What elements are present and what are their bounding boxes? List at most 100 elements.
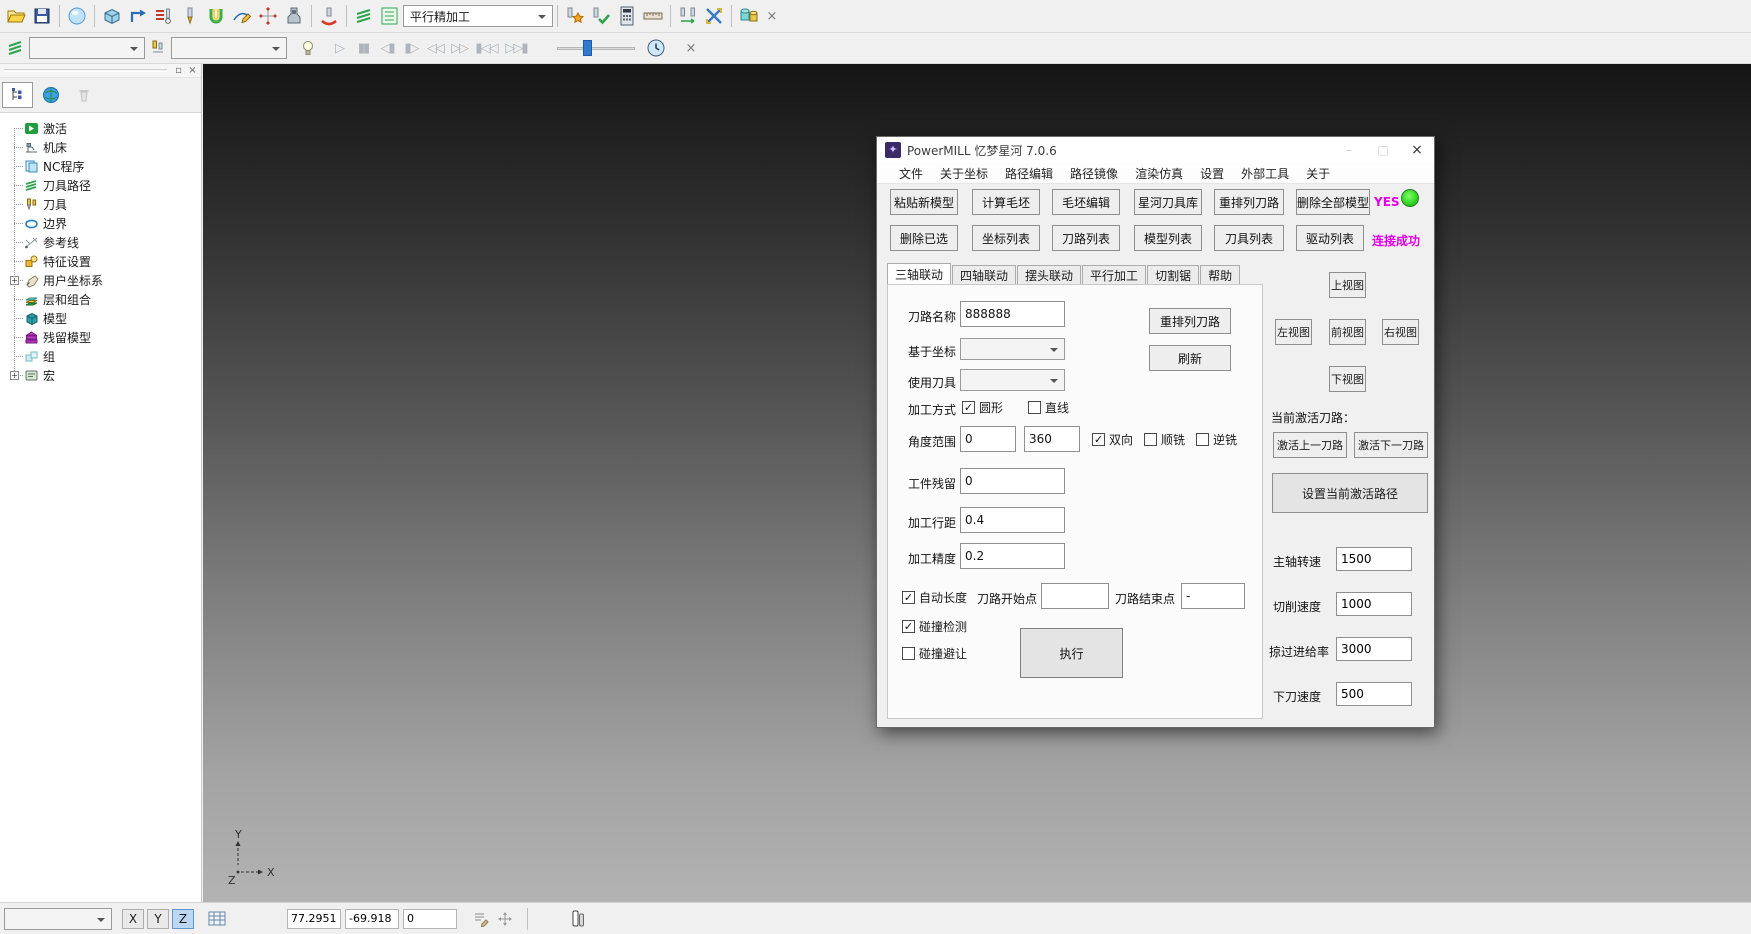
tab-swivel[interactable]: 摆头联动 [1017, 265, 1081, 284]
collision-avoid-checkbox[interactable]: 碰撞避让 [902, 645, 967, 662]
play-icon[interactable]: ▷ [327, 41, 351, 56]
measure-ruler-icon[interactable] [640, 3, 666, 29]
rearrange-button[interactable]: 重排列刀路 [1149, 308, 1231, 334]
create-tool-icon[interactable] [177, 3, 203, 29]
panel-layout-icon[interactable] [566, 908, 590, 930]
model-block-icon[interactable] [99, 3, 125, 29]
toolpath-star-icon[interactable] [562, 3, 588, 29]
cursor-axes-icon[interactable] [493, 908, 517, 930]
cursor-x-field[interactable] [287, 909, 341, 929]
tree-item-models[interactable]: 模型 [8, 309, 201, 328]
paste-model-button[interactable]: 粘贴新模型 [890, 189, 958, 215]
panel-grip[interactable]: ▫ × [0, 64, 201, 78]
rapid-feed-input[interactable] [1336, 637, 1412, 661]
playback-close-icon[interactable]: × [681, 41, 701, 56]
toolpath-spring-icon[interactable] [351, 3, 377, 29]
edit-stock-button[interactable]: 毛坯编辑 [1052, 189, 1120, 215]
nc-program-icon[interactable] [151, 3, 177, 29]
statusbar-dropdown[interactable] [4, 908, 112, 930]
climb-checkbox[interactable]: 顺铣 [1144, 431, 1185, 448]
collision-check-icon[interactable] [203, 3, 229, 29]
plunge-feed-input[interactable] [1336, 682, 1412, 706]
view-bottom-button[interactable]: 下视图 [1329, 366, 1366, 392]
pause-icon[interactable]: ▮▮ [351, 41, 375, 56]
rearrange-toolpath-button[interactable]: 重排列刀路 [1214, 189, 1284, 215]
tool-list-button[interactable]: 刀具列表 [1214, 225, 1284, 251]
execute-button[interactable]: 执行 [1020, 628, 1123, 678]
tree-item-levels-sets[interactable]: 层和组合 [8, 290, 201, 309]
view-top-button[interactable]: 上视图 [1329, 272, 1366, 298]
menu-path-edit[interactable]: 路径编辑 [1005, 165, 1053, 182]
tree-item-nc-program[interactable]: NC程序 [8, 157, 201, 176]
cutting-feed-input[interactable] [1336, 592, 1412, 616]
grid-toggle-icon[interactable] [205, 908, 229, 930]
tab-explorer-tree[interactable] [2, 82, 33, 108]
calculator-icon[interactable] [614, 3, 640, 29]
lightbulb-icon[interactable] [295, 35, 321, 61]
calc-stock-button[interactable]: 计算毛坯 [972, 189, 1040, 215]
end-point-input[interactable] [1181, 583, 1245, 609]
activate-next-button[interactable]: 激活下一刀路 [1354, 432, 1428, 458]
tab-help[interactable]: 帮助 [1200, 265, 1240, 284]
base-coord-dropdown[interactable] [960, 338, 1065, 360]
tool-select-dropdown[interactable] [171, 37, 287, 59]
tree-item-groups[interactable]: 组 [8, 347, 201, 366]
shaded-sphere-icon[interactable] [64, 3, 90, 29]
toolbar-close-icon[interactable]: × [762, 9, 782, 24]
step-forward-icon[interactable]: ▮▷ [399, 41, 423, 56]
tree-item-tools[interactable]: 刀具 [8, 195, 201, 214]
speed-slider[interactable] [557, 39, 635, 57]
rewind-icon[interactable]: ◁◁ [423, 41, 447, 56]
tree-item-feature-sets[interactable]: 特征设置 [8, 252, 201, 271]
menu-settings[interactable]: 设置 [1200, 165, 1224, 182]
method-circle-checkbox[interactable]: 圆形 [962, 399, 1003, 416]
axis-z-button[interactable]: Z [172, 909, 194, 929]
checkbox-box[interactable] [962, 401, 975, 414]
toolpath-name-input[interactable] [960, 301, 1065, 327]
tool-transfer-icon[interactable] [675, 3, 701, 29]
tree-item-stock-models[interactable]: 残留模型 [8, 328, 201, 347]
coord-list-button[interactable]: 坐标列表 [972, 225, 1040, 251]
spindle-speed-input[interactable] [1336, 547, 1412, 571]
checkbox-box[interactable] [1028, 401, 1041, 414]
tab-saw[interactable]: 切割锯 [1147, 265, 1199, 284]
close-button[interactable]: × [1400, 137, 1434, 163]
set-active-path-button[interactable]: 设置当前激活路径 [1272, 473, 1428, 513]
curve-editor-icon[interactable] [229, 3, 255, 29]
cursor-z-field[interactable] [403, 909, 457, 929]
angle-to-input[interactable] [1024, 426, 1080, 452]
save-icon[interactable] [29, 3, 55, 29]
create-pattern-icon[interactable] [255, 3, 281, 29]
delete-selected-button[interactable]: 删除已选 [890, 225, 958, 251]
slider-handle[interactable] [583, 40, 592, 56]
checkbox-box[interactable] [1092, 433, 1105, 446]
create-toolpath-icon[interactable] [125, 3, 151, 29]
toolpath-select-dropdown[interactable] [29, 37, 145, 59]
conventional-checkbox[interactable]: 逆铣 [1196, 431, 1237, 448]
coords-list-icon[interactable] [469, 908, 493, 930]
start-point-input[interactable] [1041, 583, 1109, 609]
tree-item-macros[interactable]: +宏 [8, 366, 201, 385]
tree-item-machine[interactable]: 机床 [8, 138, 201, 157]
checkbox-box[interactable] [902, 591, 915, 604]
angle-from-input[interactable] [960, 426, 1016, 452]
tool-library-button[interactable]: 星河刀具库 [1134, 189, 1202, 215]
tab-recycle-bin[interactable] [68, 82, 99, 108]
toolpath-list-button[interactable]: 刀路列表 [1052, 225, 1120, 251]
checkbox-box[interactable] [902, 647, 915, 660]
menu-coords[interactable]: 关于坐标 [940, 165, 988, 182]
auto-length-checkbox[interactable]: 自动长度 [902, 589, 967, 606]
tolerance-input[interactable] [960, 543, 1065, 569]
menu-render-sim[interactable]: 渲染仿真 [1135, 165, 1183, 182]
view-left-button[interactable]: 左视图 [1275, 319, 1312, 345]
menu-about[interactable]: 关于 [1306, 165, 1330, 182]
skip-start-icon[interactable]: ▮◁◁ [471, 41, 501, 56]
axis-y-button[interactable]: Y [147, 909, 169, 929]
clock-icon[interactable] [643, 35, 669, 61]
view-front-button[interactable]: 前视图 [1329, 319, 1366, 345]
fast-forward-icon[interactable]: ▷▷ [447, 41, 471, 56]
stock-remain-input[interactable] [960, 468, 1065, 494]
checkbox-box[interactable] [1196, 433, 1209, 446]
toolpath-verify-icon[interactable] [588, 3, 614, 29]
view-right-button[interactable]: 右视图 [1382, 319, 1419, 345]
